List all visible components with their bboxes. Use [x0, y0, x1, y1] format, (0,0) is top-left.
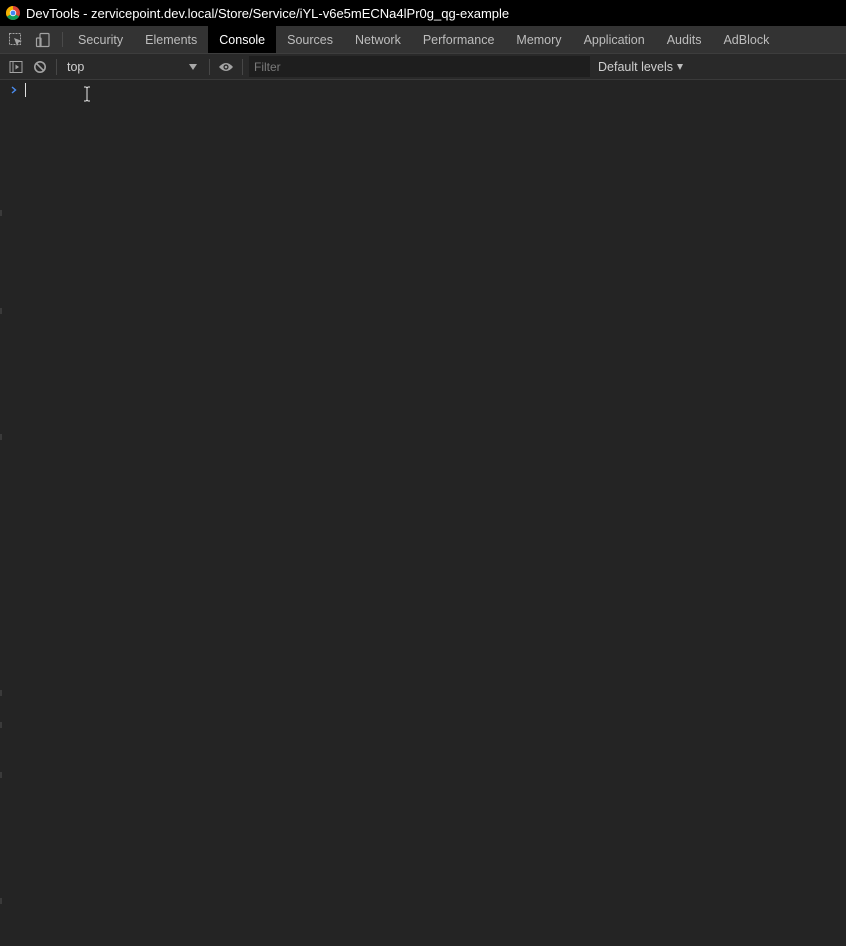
- edge-marker: [0, 434, 2, 440]
- tab-sources[interactable]: Sources: [276, 26, 344, 53]
- tab-console[interactable]: Console: [208, 26, 277, 53]
- show-sidebar-button[interactable]: [6, 57, 26, 77]
- chevron-down-icon: [189, 63, 197, 70]
- log-levels-label: Default levels: [598, 59, 674, 74]
- prompt-chevron-icon: [9, 85, 19, 95]
- edge-marker: [0, 898, 2, 904]
- inspect-element-button[interactable]: [5, 26, 27, 53]
- devtools-tabbar: Security Elements Console Sources Networ…: [0, 26, 846, 54]
- tab-divider: [62, 32, 63, 47]
- tab-security[interactable]: Security: [67, 26, 134, 53]
- inspect-element-icon: [9, 32, 22, 46]
- log-levels-dropdown[interactable]: Default levels: [598, 59, 684, 74]
- clear-console-icon: [34, 60, 46, 73]
- edge-marker: [0, 722, 2, 728]
- text-cursor: [25, 83, 26, 97]
- device-toolbar-button[interactable]: [32, 26, 54, 53]
- eye-icon: [219, 62, 233, 71]
- clear-console-button[interactable]: [30, 57, 50, 77]
- console-toolbar: top Default levels: [0, 54, 846, 80]
- window-titlebar: DevTools - zervicepoint.dev.local/Store/…: [0, 0, 846, 26]
- chrome-icon: [6, 6, 20, 20]
- tab-elements[interactable]: Elements: [134, 26, 208, 53]
- toolbar-divider: [242, 58, 243, 75]
- tab-adblock[interactable]: AdBlock: [712, 26, 780, 53]
- toolbar-divider: [56, 58, 57, 75]
- console-output[interactable]: [0, 80, 846, 946]
- ibeam-cursor-icon: [84, 86, 90, 102]
- live-expression-button[interactable]: [216, 57, 236, 77]
- device-mode-icon: [35, 32, 50, 47]
- edge-marker: [0, 210, 2, 216]
- execution-context-select[interactable]: top: [63, 57, 201, 77]
- chevron-down-icon: [677, 63, 684, 70]
- console-prompt[interactable]: [0, 80, 846, 100]
- tab-audits[interactable]: Audits: [656, 26, 713, 53]
- edge-marker: [0, 772, 2, 778]
- tab-application[interactable]: Application: [573, 26, 656, 53]
- edge-marker: [0, 690, 2, 696]
- execution-context-value: top: [67, 59, 85, 74]
- filter-input[interactable]: [249, 56, 590, 77]
- tab-performance[interactable]: Performance: [412, 26, 506, 53]
- window-title: DevTools - zervicepoint.dev.local/Store/…: [26, 5, 510, 21]
- tab-memory[interactable]: Memory: [505, 26, 572, 53]
- toolbar-divider: [209, 58, 210, 75]
- sidebar-play-icon: [9, 60, 23, 73]
- tab-network[interactable]: Network: [344, 26, 412, 53]
- edge-marker: [0, 308, 2, 314]
